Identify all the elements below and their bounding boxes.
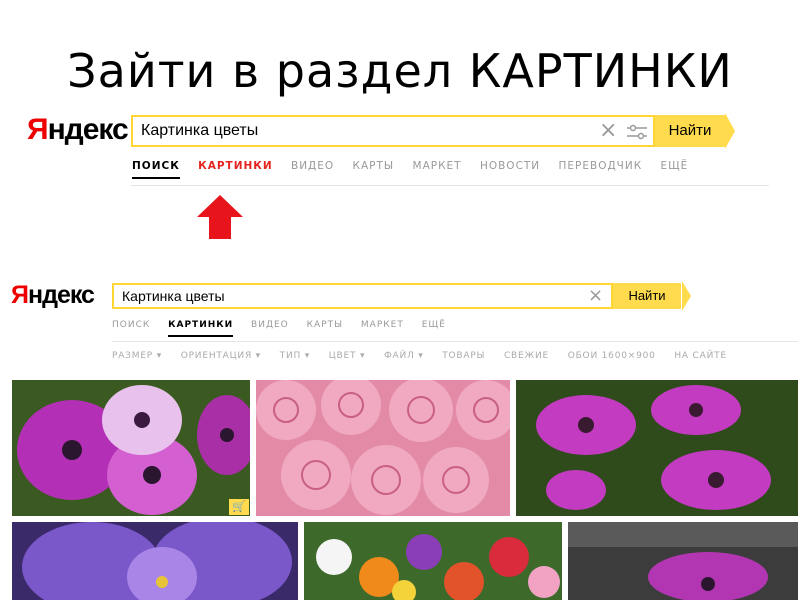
tab-news[interactable]: НОВОСТИ	[480, 160, 540, 172]
clear-icon[interactable]: ×	[588, 285, 603, 306]
image-result[interactable]	[568, 522, 798, 600]
cart-icon[interactable]: 🛒	[229, 499, 249, 515]
yandex-logo-2[interactable]: Яндекс	[11, 281, 95, 310]
find-button[interactable]: Найти	[655, 113, 735, 149]
filter-size[interactable]: РАЗМЕР ▾	[112, 351, 162, 361]
red-arrow-up-icon	[195, 193, 245, 245]
tab-video[interactable]: ВИДЕО	[291, 160, 334, 172]
tab-images[interactable]: КАРТИНКИ	[198, 160, 273, 172]
tab-images[interactable]: КАРТИНКИ	[168, 320, 234, 337]
tab-translator[interactable]: ПЕРЕВОДЧИК	[559, 160, 643, 172]
tab-video[interactable]: ВИДЕО	[251, 320, 289, 330]
logo-rest: ндекс	[47, 113, 129, 146]
image-result[interactable]	[304, 522, 562, 600]
clear-icon[interactable]: ×	[599, 118, 617, 143]
image-result[interactable]	[256, 380, 510, 516]
tab-search[interactable]: ПОИСК	[132, 160, 180, 179]
nav-divider	[131, 185, 769, 186]
tab-more[interactable]: ЕЩЁ	[661, 160, 689, 172]
tab-market[interactable]: МАРКЕТ	[413, 160, 462, 172]
search-input[interactable]	[141, 117, 581, 145]
filter-fresh[interactable]: СВЕЖИЕ	[504, 351, 549, 361]
nav-divider-2	[112, 341, 798, 342]
logo-first-letter: Я	[27, 113, 49, 146]
filter-wallpapers[interactable]: ОБОИ 1600×900	[568, 351, 656, 361]
image-result[interactable]	[12, 522, 298, 600]
tab-more[interactable]: ЕЩЁ	[422, 320, 446, 330]
logo-rest: ндекс	[27, 281, 95, 309]
logo-first-letter: Я	[11, 281, 29, 309]
filter-orientation[interactable]: ОРИЕНТАЦИЯ ▾	[181, 351, 261, 361]
search-input-2[interactable]	[122, 285, 562, 307]
filter-file[interactable]: ФАЙЛ ▾	[384, 351, 424, 361]
image-result[interactable]	[516, 380, 798, 516]
filter-color[interactable]: ЦВЕТ ▾	[329, 351, 366, 361]
search-bar-2: ×	[112, 283, 613, 309]
tab-market[interactable]: МАРКЕТ	[361, 320, 404, 330]
yandex-logo[interactable]: Яндекс	[27, 113, 129, 147]
filter-type[interactable]: ТИП ▾	[280, 351, 310, 361]
settings-sliders-icon[interactable]	[626, 124, 648, 140]
image-filters: РАЗМЕР ▾ ОРИЕНТАЦИЯ ▾ ТИП ▾ ЦВЕТ ▾ ФАЙЛ …	[112, 351, 742, 361]
images-nav-tabs: ПОИСК КАРТИНКИ ВИДЕО КАРТЫ МАРКЕТ ЕЩЁ	[112, 320, 446, 337]
top-nav-tabs: ПОИСК КАРТИНКИ ВИДЕО КАРТЫ МАРКЕТ НОВОСТ…	[132, 160, 689, 179]
filter-goods[interactable]: ТОВАРЫ	[442, 351, 485, 361]
image-result[interactable]	[12, 380, 250, 516]
tab-search[interactable]: ПОИСК	[112, 320, 150, 330]
tab-maps[interactable]: КАРТЫ	[307, 320, 343, 330]
find-button-2[interactable]: Найти	[613, 281, 691, 311]
filter-on-site[interactable]: НА САЙТЕ	[674, 351, 727, 361]
tab-maps[interactable]: КАРТЫ	[353, 160, 395, 172]
search-bar: ×	[131, 115, 655, 147]
slide-title: Зайти в раздел КАРТИНКИ	[67, 44, 733, 98]
